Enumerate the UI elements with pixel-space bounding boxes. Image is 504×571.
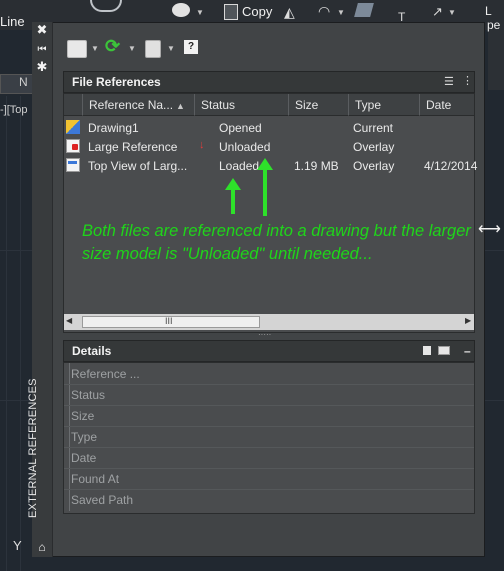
- list-view-icon[interactable]: ☰: [444, 75, 454, 88]
- column-header-label: Status: [201, 98, 236, 112]
- details-field: Saved Path: [71, 493, 134, 507]
- details-field: Date: [64, 448, 474, 469]
- file-references-title: File References: [72, 75, 161, 89]
- scroll-right-icon[interactable]: ▶: [465, 316, 471, 325]
- column-header-label: Reference Na...: [89, 98, 174, 112]
- column-header-spacer: [64, 94, 83, 116]
- unloaded-status-icon: ↓: [199, 139, 205, 151]
- grid-line: [6, 96, 7, 571]
- reference-name: Large Reference: [88, 140, 178, 154]
- resize-cursor-icon: ⟷: [478, 221, 501, 238]
- reference-status: Unloaded: [219, 140, 271, 154]
- details-field: Reference ...: [64, 364, 474, 385]
- file-references-header[interactable]: File References: [63, 71, 475, 93]
- reference-date: 4/12/2014: [424, 159, 478, 173]
- copy-icon[interactable]: [224, 4, 238, 20]
- reference-name: Top View of Larg...: [88, 159, 188, 173]
- column-header-label: Date: [426, 98, 452, 112]
- details-field: Type: [64, 427, 474, 448]
- details-view-icon[interactable]: [423, 346, 431, 355]
- mirror-icon[interactable]: ◭: [284, 4, 295, 21]
- dropdown-arrow-icon[interactable]: ▼: [448, 8, 456, 17]
- pin-icon[interactable]: ⌂: [34, 541, 50, 553]
- help-icon[interactable]: ?: [184, 40, 198, 54]
- palette-title: EXTERNAL REFERENCES: [27, 378, 39, 518]
- annotation-arrow: [263, 168, 267, 216]
- attach-dwg-icon[interactable]: [67, 40, 87, 58]
- splitter-grip[interactable]: ·····: [258, 331, 282, 339]
- current-drawing-icon: [66, 120, 80, 134]
- details-field: Size: [64, 406, 474, 427]
- xref-dwg-icon-detail: [68, 161, 77, 164]
- fillet-icon[interactable]: ◠: [318, 3, 330, 20]
- column-header-size[interactable]: Size: [289, 94, 349, 116]
- reference-name: Drawing1: [88, 121, 139, 135]
- ribbon-label[interactable]: pe: [487, 18, 500, 32]
- copy-button[interactable]: Copy: [242, 4, 272, 19]
- column-header-type[interactable]: Type: [349, 94, 420, 116]
- column-header-label: Size: [295, 98, 319, 112]
- dropdown-arrow-icon[interactable]: ▼: [167, 44, 175, 53]
- tree-view-icon[interactable]: ⋮: [462, 74, 473, 87]
- dropdown-arrow-icon[interactable]: ▼: [91, 44, 99, 53]
- properties-icon[interactable]: ✱: [34, 60, 50, 73]
- dropdown-arrow-icon[interactable]: ▼: [337, 8, 345, 17]
- reference-status: Opened: [219, 121, 262, 135]
- details-field: Status: [64, 385, 474, 406]
- auto-hide-icon[interactable]: ⏮: [34, 44, 50, 56]
- scroll-grip: III: [165, 316, 173, 326]
- column-header-label: Type: [355, 98, 382, 112]
- collapse-icon[interactable]: –: [464, 344, 471, 358]
- grid-line: [20, 96, 21, 571]
- reference-status: Loaded: [219, 159, 260, 173]
- annotation-arrow: [231, 188, 235, 214]
- ribbon-label[interactable]: L: [485, 4, 492, 18]
- reference-size: 1.19 MB: [294, 159, 339, 173]
- change-path-icon[interactable]: [145, 40, 161, 58]
- dropdown-arrow-icon[interactable]: ▼: [128, 44, 136, 53]
- file-tab-label: N: [19, 75, 28, 89]
- column-header-status[interactable]: Status: [195, 94, 289, 116]
- details-title: Details: [72, 344, 112, 358]
- dropdown-arrow-icon[interactable]: ▼: [196, 8, 204, 17]
- reference-type: Overlay: [353, 140, 395, 154]
- preview-icon[interactable]: [438, 346, 450, 355]
- annotation-text: Both files are referenced into a drawing…: [82, 222, 471, 263]
- details-field: Found At: [64, 469, 474, 490]
- column-header-date[interactable]: Date: [420, 94, 474, 116]
- line-button[interactable]: Line: [0, 14, 25, 29]
- ribbon-side-panel: [488, 30, 504, 90]
- reference-type: Current: [353, 121, 394, 135]
- details-header[interactable]: Details: [63, 340, 475, 362]
- close-icon[interactable]: ✖: [34, 23, 50, 36]
- refresh-icon[interactable]: ⟳: [105, 36, 120, 57]
- move-icon[interactable]: [172, 3, 190, 17]
- viewport-label[interactable]: -][Top: [0, 104, 28, 116]
- sort-ascending-icon: ▲: [176, 101, 185, 111]
- reference-type: Overlay: [353, 159, 395, 173]
- leader-icon[interactable]: ↗: [432, 4, 443, 20]
- scroll-left-icon[interactable]: ◀: [66, 316, 72, 325]
- ucs-axis-label: Y: [13, 538, 22, 553]
- unloaded-marker-icon: [72, 144, 78, 150]
